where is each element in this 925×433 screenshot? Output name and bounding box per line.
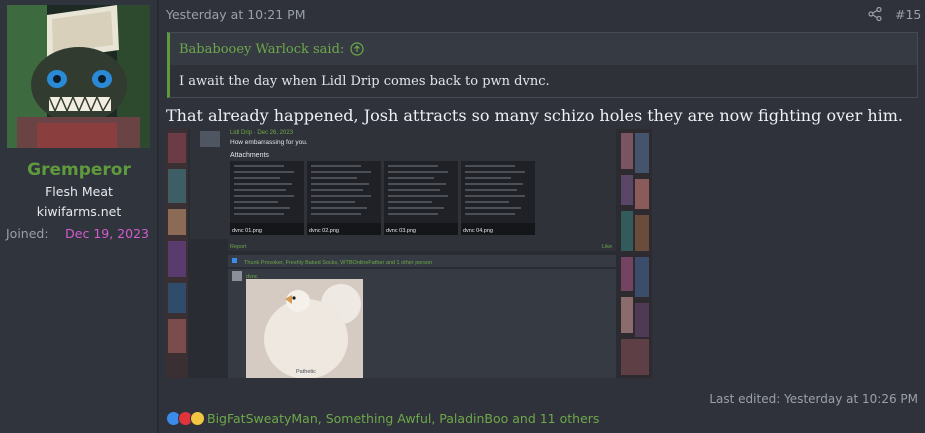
attachment-file-3: dvnc 03.png (386, 228, 416, 234)
embed-report: Report (230, 244, 247, 250)
quote-text: I await the day when Lidl Drip comes bac… (170, 65, 917, 97)
reaction-icons (166, 410, 205, 426)
joined-date: Dec 19, 2023 (65, 226, 149, 241)
avatar[interactable] (7, 5, 150, 148)
embed-message: How embarrassing for you. (230, 139, 308, 146)
post-number[interactable]: #15 (895, 7, 921, 22)
pigeon-image (246, 279, 363, 378)
quote-author[interactable]: Bababooey Warlock said: (179, 42, 344, 57)
reactions-bar[interactable]: BigFatSweatyMan, Something Awful, Paladi… (166, 409, 599, 427)
arrow-up-circle-icon[interactable] (350, 42, 364, 56)
attachment-file-1: dvnc 01.png (232, 228, 262, 234)
user-info-panel: Gremperor Flesh Meat kiwifarms.net Joine… (0, 0, 158, 433)
embed-author: Lidl Drip · Dec 26, 2023 (230, 130, 294, 136)
embedded-screenshot[interactable]: Lidl Drip · Dec 26, 2023 How embarrassin… (166, 129, 652, 378)
username[interactable]: Gremperor (0, 160, 158, 180)
post-body: That already happened, Josh attracts so … (166, 106, 903, 125)
embed-like: Like (602, 244, 612, 250)
post-main: Yesterday at 10:21 PM #15 Bababooey Warl… (159, 0, 925, 433)
quote-header[interactable]: Bababooey Warlock said: (170, 33, 917, 65)
user-banner: kiwifarms.net (36, 204, 122, 219)
attachment-file-4: dvnc 04.png (463, 228, 493, 234)
reactions-list[interactable]: BigFatSweatyMan, Something Awful, Paladi… (207, 411, 599, 426)
pigeon-caption: Pathetic (296, 369, 316, 375)
embed-attachments-label: Attachments (230, 152, 269, 159)
attachment-file-2: dvnc 02.png (309, 228, 339, 234)
post-date[interactable]: Yesterday at 10:21 PM (166, 7, 306, 22)
joined-label: Joined: (6, 226, 49, 241)
last-edited: Last edited: Yesterday at 10:26 PM (709, 392, 918, 406)
quote-block: Bababooey Warlock said: I await the day … (167, 32, 918, 98)
user-title: Flesh Meat (45, 184, 113, 199)
share-icon[interactable] (868, 7, 882, 21)
moon-icon (190, 410, 205, 426)
embed-reacted: Thunk Provoker, Freshly Baked Socks, WTB… (244, 260, 432, 266)
